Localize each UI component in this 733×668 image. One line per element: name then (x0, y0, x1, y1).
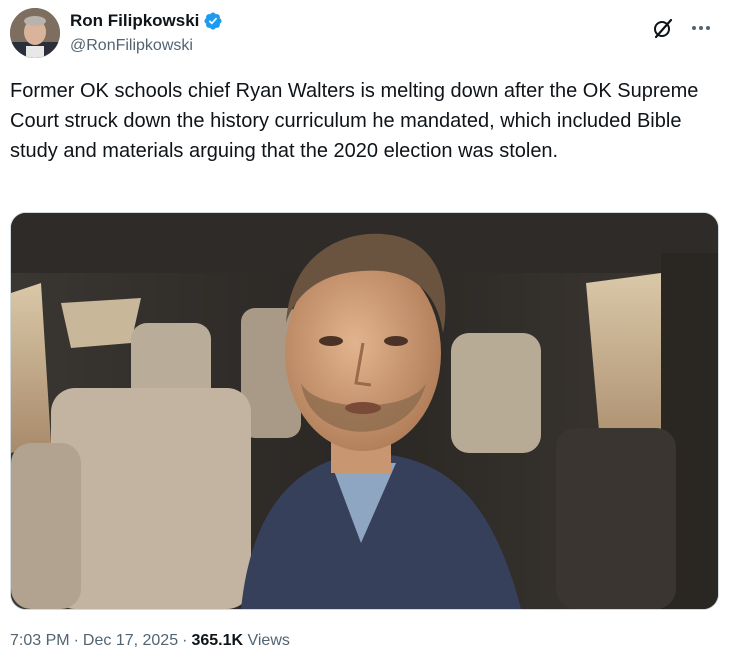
author-display-name[interactable]: Ron Filipkowski (70, 10, 199, 32)
post-meta: 7:03 PM · Dec 17, 2025 · 365.1K Views (10, 630, 290, 652)
avatar-image (10, 8, 60, 58)
views-label: Views (247, 632, 290, 649)
verified-badge-icon (204, 12, 222, 30)
views-count: 365.1K (191, 632, 244, 649)
more-icon[interactable] (689, 16, 713, 40)
meta-separator: · (182, 632, 188, 649)
meta-separator: · (73, 632, 79, 649)
post-text: Former OK schools chief Ryan Walters is … (10, 80, 704, 162)
post-header: Ron Filipkowski @RonFilipkowski (10, 8, 723, 64)
post-time[interactable]: 7:03 PM (10, 632, 70, 649)
grok-icon[interactable] (651, 16, 675, 40)
author-handle[interactable]: @RonFilipkowski (70, 35, 223, 57)
avatar[interactable] (10, 8, 60, 58)
video-frame (11, 213, 718, 609)
post-video[interactable] (10, 212, 719, 610)
post-date[interactable]: Dec 17, 2025 (83, 632, 178, 649)
